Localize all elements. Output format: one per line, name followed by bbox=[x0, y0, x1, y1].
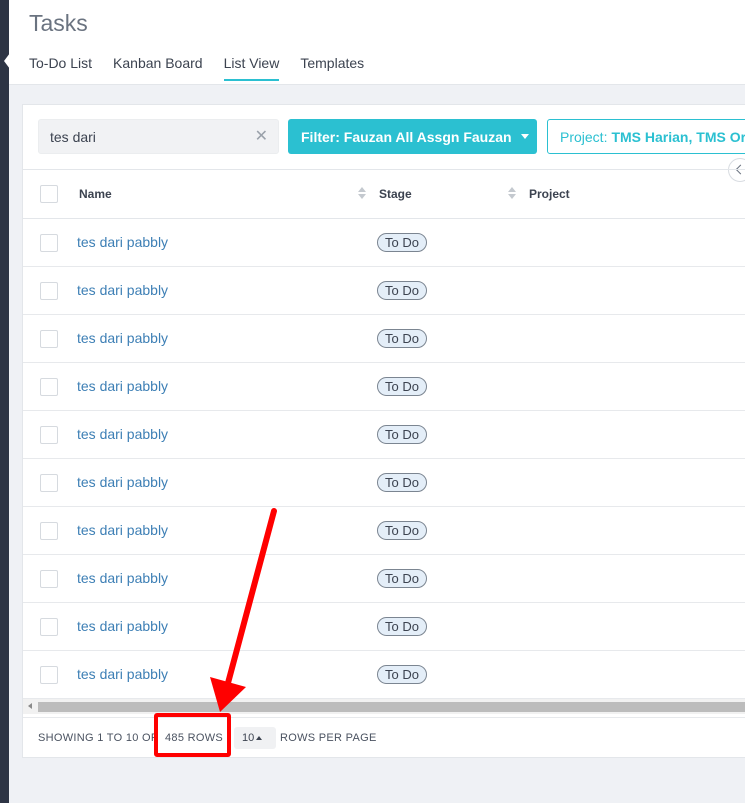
column-header-stage[interactable]: Stage bbox=[379, 187, 412, 201]
stage-badge: To Do bbox=[377, 569, 427, 588]
task-name-link[interactable]: tes dari pabbly bbox=[77, 378, 168, 394]
task-name-link[interactable]: tes dari pabbly bbox=[77, 666, 168, 682]
showing-text: SHOWING 1 TO 10 OF bbox=[38, 732, 158, 744]
caret-up-icon bbox=[256, 736, 263, 741]
stage-badge: To Do bbox=[377, 521, 427, 540]
row-checkbox[interactable] bbox=[40, 618, 58, 636]
select-all-checkbox[interactable] bbox=[40, 185, 58, 203]
sidebar-rail bbox=[0, 0, 10, 803]
table-row[interactable]: tes dari pabbly To Do bbox=[23, 651, 745, 699]
table-header: Name Stage Project bbox=[23, 169, 745, 219]
search-input[interactable] bbox=[39, 120, 239, 153]
task-name-link[interactable]: tes dari pabbly bbox=[77, 618, 168, 634]
project-filter-value: TMS Harian, TMS Or bbox=[611, 128, 745, 145]
task-name-link[interactable]: tes dari pabbly bbox=[77, 234, 168, 250]
stage-badge: To Do bbox=[377, 473, 427, 492]
tab-kanban-board[interactable]: Kanban Board bbox=[113, 55, 203, 81]
project-filter-prefix: Project: bbox=[560, 128, 608, 145]
column-header-project[interactable]: Project bbox=[529, 187, 570, 201]
tab-todo-list[interactable]: To-Do List bbox=[29, 55, 92, 81]
horizontal-scrollbar[interactable] bbox=[23, 699, 745, 714]
row-checkbox[interactable] bbox=[40, 282, 58, 300]
task-name-link[interactable]: tes dari pabbly bbox=[77, 282, 168, 298]
row-checkbox[interactable] bbox=[40, 330, 58, 348]
table-row[interactable]: tes dari pabbly To Do bbox=[23, 267, 745, 315]
row-checkbox[interactable] bbox=[40, 234, 58, 252]
page-header: Tasks To-Do List Kanban Board List View … bbox=[9, 0, 745, 85]
task-name-link[interactable]: tes dari pabbly bbox=[77, 570, 168, 586]
annotation-highlight-box bbox=[154, 713, 231, 757]
page-title: Tasks bbox=[29, 10, 88, 36]
column-header-name[interactable]: Name bbox=[79, 187, 112, 201]
tab-list-view[interactable]: List View bbox=[223, 55, 280, 81]
stage-badge: To Do bbox=[377, 233, 427, 252]
view-tabs: To-Do List Kanban Board List View Templa… bbox=[29, 55, 385, 81]
stage-badge: To Do bbox=[377, 425, 427, 444]
table-row[interactable]: tes dari pabbly To Do bbox=[23, 219, 745, 267]
stage-badge: To Do bbox=[377, 281, 427, 300]
sort-name-icon[interactable] bbox=[358, 187, 366, 201]
clear-search-icon[interactable]: ✕ bbox=[255, 128, 268, 146]
row-checkbox[interactable] bbox=[40, 378, 58, 396]
row-checkbox[interactable] bbox=[40, 570, 58, 588]
filter-dropdown-button[interactable]: Filter: Fauzan All Assgn Fauzan bbox=[288, 119, 537, 154]
scroll-left-icon[interactable] bbox=[28, 703, 32, 709]
filter-label: Filter: Fauzan All Assgn Fauzan bbox=[301, 128, 512, 145]
stage-badge: To Do bbox=[377, 329, 427, 348]
row-checkbox[interactable] bbox=[40, 426, 58, 444]
table-row[interactable]: tes dari pabbly To Do bbox=[23, 603, 745, 651]
caret-down-icon bbox=[520, 134, 529, 139]
table-row[interactable]: tes dari pabbly To Do bbox=[23, 555, 745, 603]
task-name-link[interactable]: tes dari pabbly bbox=[77, 474, 168, 490]
row-checkbox[interactable] bbox=[40, 522, 58, 540]
tab-templates[interactable]: Templates bbox=[300, 55, 364, 81]
stage-badge: To Do bbox=[377, 665, 427, 684]
table-row[interactable]: tes dari pabbly To Do bbox=[23, 459, 745, 507]
task-name-link[interactable]: tes dari pabbly bbox=[77, 522, 168, 538]
pagination-footer: SHOWING 1 TO 10 OF 485 ROWS 10 ROWS PER … bbox=[23, 717, 745, 759]
stage-badge: To Do bbox=[377, 377, 427, 396]
list-panel: ✕ Filter: Fauzan All Assgn Fauzan Projec… bbox=[22, 104, 745, 758]
sort-stage-icon[interactable] bbox=[508, 187, 516, 201]
rows-per-page-select[interactable]: 10 bbox=[234, 727, 276, 749]
table-row[interactable]: tes dari pabbly To Do bbox=[23, 315, 745, 363]
row-checkbox[interactable] bbox=[40, 474, 58, 492]
table-row[interactable]: tes dari pabbly To Do bbox=[23, 411, 745, 459]
scrollbar-thumb[interactable] bbox=[38, 702, 745, 712]
search-box: ✕ bbox=[38, 119, 279, 154]
project-filter-button[interactable]: Project: TMS Harian, TMS Or bbox=[547, 119, 745, 154]
task-name-link[interactable]: tes dari pabbly bbox=[77, 426, 168, 442]
table-row[interactable]: tes dari pabbly To Do bbox=[23, 363, 745, 411]
rows-per-page-value: 10 bbox=[242, 732, 255, 744]
table-row[interactable]: tes dari pabbly To Do bbox=[23, 507, 745, 555]
row-checkbox[interactable] bbox=[40, 666, 58, 684]
stage-badge: To Do bbox=[377, 617, 427, 636]
task-name-link[interactable]: tes dari pabbly bbox=[77, 330, 168, 346]
rows-per-page-label: ROWS PER PAGE bbox=[280, 732, 377, 744]
